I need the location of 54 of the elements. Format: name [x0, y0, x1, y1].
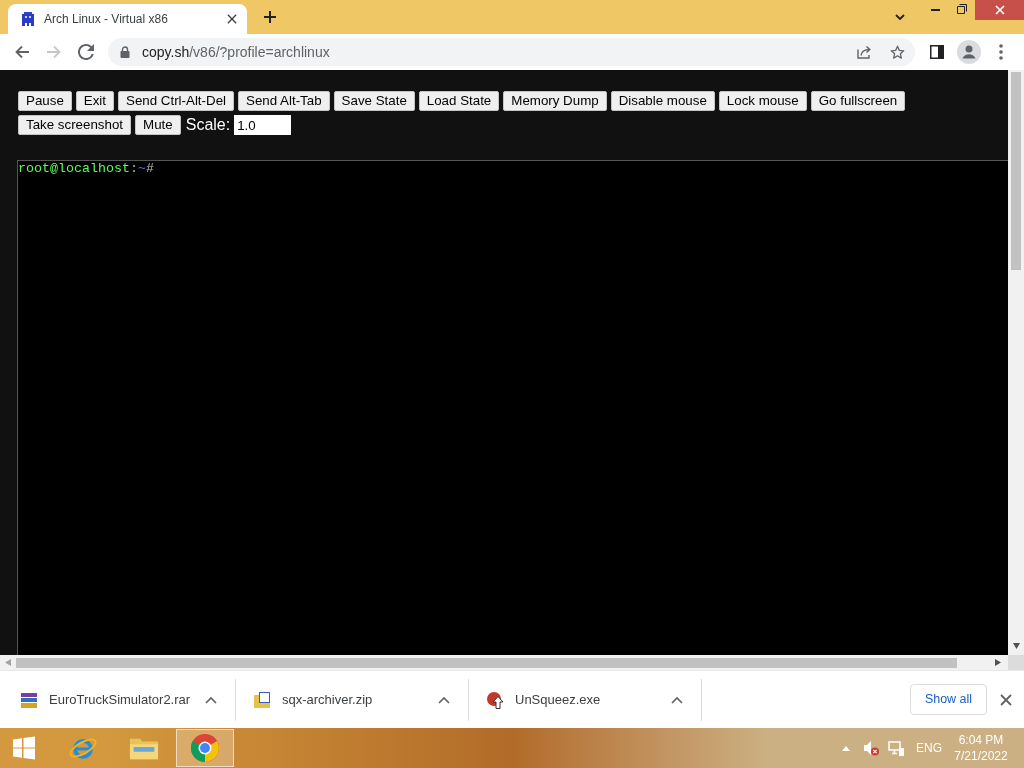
- scrollbar-thumb[interactable]: [16, 657, 957, 668]
- chevron-up-icon[interactable]: [671, 695, 683, 704]
- share-icon[interactable]: [857, 45, 872, 59]
- archive-box-icon: [253, 690, 271, 709]
- horizontal-scrollbar[interactable]: [0, 655, 1008, 670]
- action-button[interactable]: Lock mouse: [718, 91, 807, 111]
- reload-icon[interactable]: [78, 44, 94, 60]
- speaker-muted-icon[interactable]: [863, 740, 879, 756]
- action-button[interactable]: Load State: [418, 91, 500, 111]
- action-button[interactable]: Send Ctrl-Alt-Del: [118, 91, 234, 111]
- pixel-monster-icon: [20, 11, 36, 27]
- chevron-up-icon[interactable]: [205, 695, 217, 704]
- clock-time: 6:04 PM: [958, 732, 1004, 748]
- address-bar[interactable]: copy.sh/v86/?profile=archlinux: [108, 38, 915, 66]
- action-button[interactable]: Send Alt-Tab: [238, 91, 330, 111]
- terminal-prompt: root@localhost:~#: [18, 161, 154, 177]
- action-button[interactable]: Take screenshot: [18, 115, 132, 135]
- arrow-badge-icon: [486, 690, 504, 709]
- plus-icon[interactable]: [264, 11, 276, 23]
- triangle-down-icon[interactable]: [1012, 643, 1020, 649]
- scale-label: Scale:: [185, 115, 231, 135]
- action-button[interactable]: Disable mouse: [610, 91, 715, 111]
- side-panel-icon[interactable]: [930, 45, 944, 59]
- star-icon[interactable]: [890, 44, 905, 60]
- back-icon[interactable]: [14, 44, 30, 60]
- restore-icon[interactable]: [957, 4, 967, 14]
- action-button[interactable]: Mute: [135, 115, 181, 135]
- vertical-scrollbar[interactable]: [1008, 70, 1024, 655]
- close-icon[interactable]: [1000, 693, 1012, 706]
- minimize-icon[interactable]: [930, 9, 940, 11]
- ring-logo-icon[interactable]: [189, 733, 220, 763]
- lock-icon[interactable]: [120, 46, 130, 58]
- download-item[interactable]: sqx-archiver.zip: [236, 678, 469, 721]
- close-icon[interactable]: [227, 14, 237, 24]
- chevron-down-icon[interactable]: [895, 14, 905, 20]
- action-button[interactable]: Memory Dump: [503, 91, 607, 111]
- scrollbar-thumb[interactable]: [1011, 72, 1021, 270]
- window-close-button[interactable]: [975, 0, 1024, 20]
- taskbar-button[interactable]: [175, 729, 234, 767]
- download-item[interactable]: EuroTruckSimulator2.rar: [3, 678, 236, 721]
- action-button[interactable]: Go fullscreen: [810, 91, 906, 111]
- show-all-button[interactable]: Show all: [910, 684, 987, 715]
- download-item[interactable]: UnSqueez.exe: [469, 678, 702, 721]
- chevron-up-icon[interactable]: [438, 695, 450, 704]
- clock-date: 7/21/2022: [954, 748, 1008, 764]
- action-button[interactable]: Exit: [75, 91, 114, 111]
- avatar-icon[interactable]: [957, 40, 981, 64]
- scale-input[interactable]: 1.0: [234, 115, 292, 135]
- triangle-right-icon[interactable]: [995, 659, 1001, 666]
- action-button[interactable]: Save State: [333, 91, 415, 111]
- book-stack-icon: [20, 690, 38, 709]
- menu-icon[interactable]: [999, 44, 1003, 60]
- action-button[interactable]: Pause: [18, 91, 72, 111]
- browser-tab[interactable]: Arch Linux - Virtual x86: [8, 4, 247, 34]
